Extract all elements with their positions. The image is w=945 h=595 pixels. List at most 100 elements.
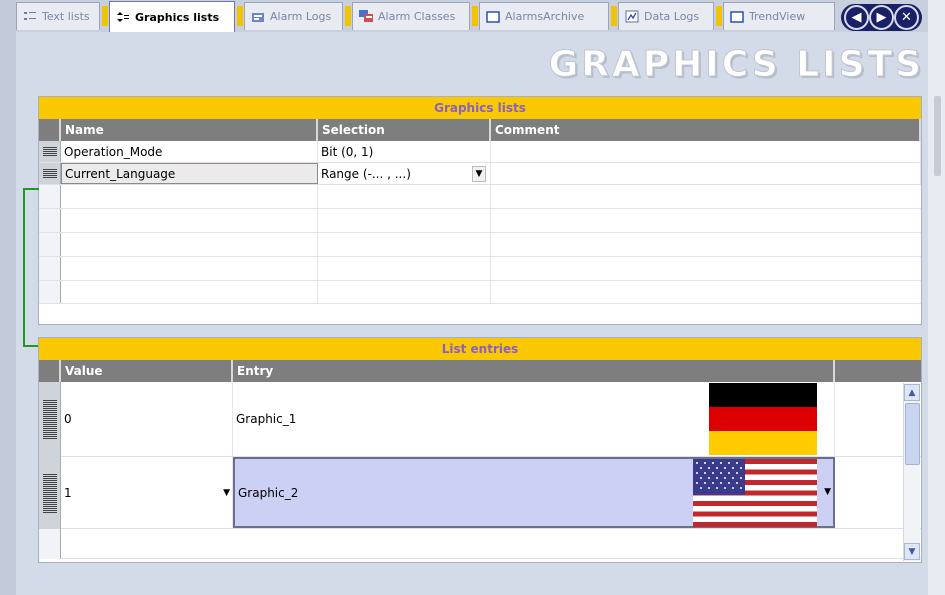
editor-scrollbar-thumb[interactable] (934, 96, 941, 176)
entry-text: Graphic_1 (236, 412, 297, 426)
page-title: GRAPHICS LISTS (548, 44, 924, 86)
graphics-lists-title: Graphics lists (39, 97, 921, 119)
empty-cell[interactable] (318, 185, 491, 208)
tab-navigation: ◀ ▶ ✕ (841, 4, 922, 31)
column-comment[interactable]: Comment (491, 119, 921, 141)
window-icon (730, 10, 744, 24)
list-entries-column-header: Value Entry (39, 360, 921, 382)
column-entry[interactable]: Entry (233, 360, 835, 382)
graphics-list-icon (116, 10, 130, 24)
scroll-down-icon[interactable]: ▼ (904, 543, 920, 560)
row-handle[interactable] (39, 382, 61, 457)
graphics-lists-table: Graphics lists Name Selection Comment Op… (38, 96, 922, 325)
tab-label: TrendView (749, 10, 806, 23)
tab-label: Text lists (42, 10, 90, 23)
empty-cell[interactable] (61, 185, 318, 208)
column-value[interactable]: Value (61, 360, 233, 382)
empty-row[interactable] (39, 257, 921, 281)
chevron-down-icon[interactable]: ▼ (223, 488, 230, 498)
tab-label: Alarm Classes (378, 10, 456, 23)
tab-separator (611, 6, 617, 26)
tab-separator (716, 6, 722, 26)
empty-row[interactable] (39, 185, 921, 209)
column-spare (835, 360, 921, 382)
scroll-up-icon[interactable]: ▲ (904, 384, 920, 401)
row-handle[interactable] (39, 141, 61, 162)
window-icon (486, 10, 500, 24)
row-handle (39, 209, 61, 232)
table-row[interactable]: Current_Language Range (-... , ...) ▼ (39, 163, 921, 185)
tab-label: Data Logs (644, 10, 700, 23)
tab-data-logs[interactable]: Data Logs (618, 2, 714, 30)
value-dropdown[interactable]: 1 ▼ (61, 457, 233, 528)
usa-flag-icon (693, 459, 817, 527)
empty-cell[interactable] (61, 257, 318, 280)
empty-cell[interactable] (318, 209, 491, 232)
value-text: 1 (64, 485, 72, 500)
germany-flag-icon (709, 383, 817, 455)
comment-cell[interactable] (491, 163, 921, 184)
tab-alarm-classes[interactable]: Alarm Classes (352, 2, 470, 30)
list-item[interactable]: 0 Graphic_1 (39, 382, 921, 457)
empty-row[interactable] (39, 281, 921, 304)
selection-cell[interactable]: Bit (0, 1) (318, 141, 491, 162)
empty-row[interactable] (39, 529, 921, 559)
comment-cell[interactable] (491, 141, 921, 162)
row-handle[interactable] (39, 457, 61, 529)
column-name[interactable]: Name (61, 119, 318, 141)
tab-alarm-logs[interactable]: Alarm Logs (244, 2, 343, 30)
tab-graphics-lists[interactable]: Graphics lists (109, 1, 235, 32)
empty-cell[interactable] (318, 281, 491, 303)
tab-text-lists[interactable]: Text lists (16, 2, 100, 30)
tab-separator (237, 6, 243, 26)
list-entries-table: List entries Value Entry 0 Graphic_1 1 ▼ (38, 337, 922, 563)
name-cell[interactable]: Current_Language (61, 163, 318, 184)
list-icon (23, 10, 37, 24)
entry-cell-selected[interactable]: Graphic_2 ▼ (233, 457, 835, 528)
tab-separator (345, 6, 351, 26)
tab-label: Graphics lists (135, 10, 220, 24)
scroll-right-icon[interactable]: ▶ (869, 5, 894, 30)
chevron-down-icon[interactable]: ▼ (472, 165, 486, 182)
selection-value: Range (-... , ...) (321, 166, 411, 181)
data-log-icon (625, 10, 639, 24)
tab-separator (472, 6, 478, 26)
scrollbar-thumb[interactable] (905, 403, 920, 465)
close-icon[interactable]: ✕ (894, 5, 919, 30)
tab-alarms-archive[interactable]: AlarmsArchive (479, 2, 609, 30)
scroll-left-icon[interactable]: ◀ (844, 5, 869, 30)
selection-dropdown[interactable]: Range (-... , ...) ▼ (318, 163, 491, 184)
empty-cell[interactable] (318, 257, 491, 280)
list-item[interactable]: 1 ▼ Graphic_2 ▼ (39, 457, 921, 529)
entry-text: Graphic_2 (238, 485, 299, 500)
graphics-lists-column-header: Name Selection Comment (39, 119, 921, 141)
list-entries-title: List entries (39, 338, 921, 360)
row-handle (39, 529, 61, 559)
corner-cell (39, 360, 61, 382)
alarm-classes-icon (359, 10, 373, 24)
name-cell[interactable]: Operation_Mode (61, 141, 318, 162)
tab-label: Alarm Logs (270, 10, 332, 23)
empty-row[interactable] (39, 209, 921, 233)
tab-bar: Text lists Graphics lists Alarm Logs Ala… (16, 0, 945, 34)
corner-cell (39, 119, 61, 141)
table-row[interactable]: Operation_Mode Bit (0, 1) (39, 141, 921, 163)
list-entries-scrollbar[interactable]: ▲ ▼ (903, 383, 920, 561)
column-selection[interactable]: Selection (318, 119, 491, 141)
tab-trendview[interactable]: TrendView (723, 2, 835, 30)
empty-row[interactable] (39, 233, 921, 257)
row-handle (39, 233, 61, 256)
tab-label: AlarmsArchive (505, 10, 585, 23)
empty-cell[interactable] (318, 233, 491, 256)
empty-cell[interactable] (61, 281, 318, 303)
empty-cell[interactable] (61, 233, 318, 256)
row-handle[interactable] (39, 163, 61, 184)
value-cell[interactable]: 0 (61, 382, 233, 456)
entry-cell[interactable]: Graphic_1 (233, 382, 835, 456)
chevron-down-icon[interactable]: ▼ (824, 487, 831, 497)
row-handle (39, 185, 61, 208)
row-handle (39, 281, 61, 303)
editor-scrollbar[interactable] (928, 0, 945, 595)
empty-cell[interactable] (61, 209, 318, 232)
row-handle (39, 257, 61, 280)
